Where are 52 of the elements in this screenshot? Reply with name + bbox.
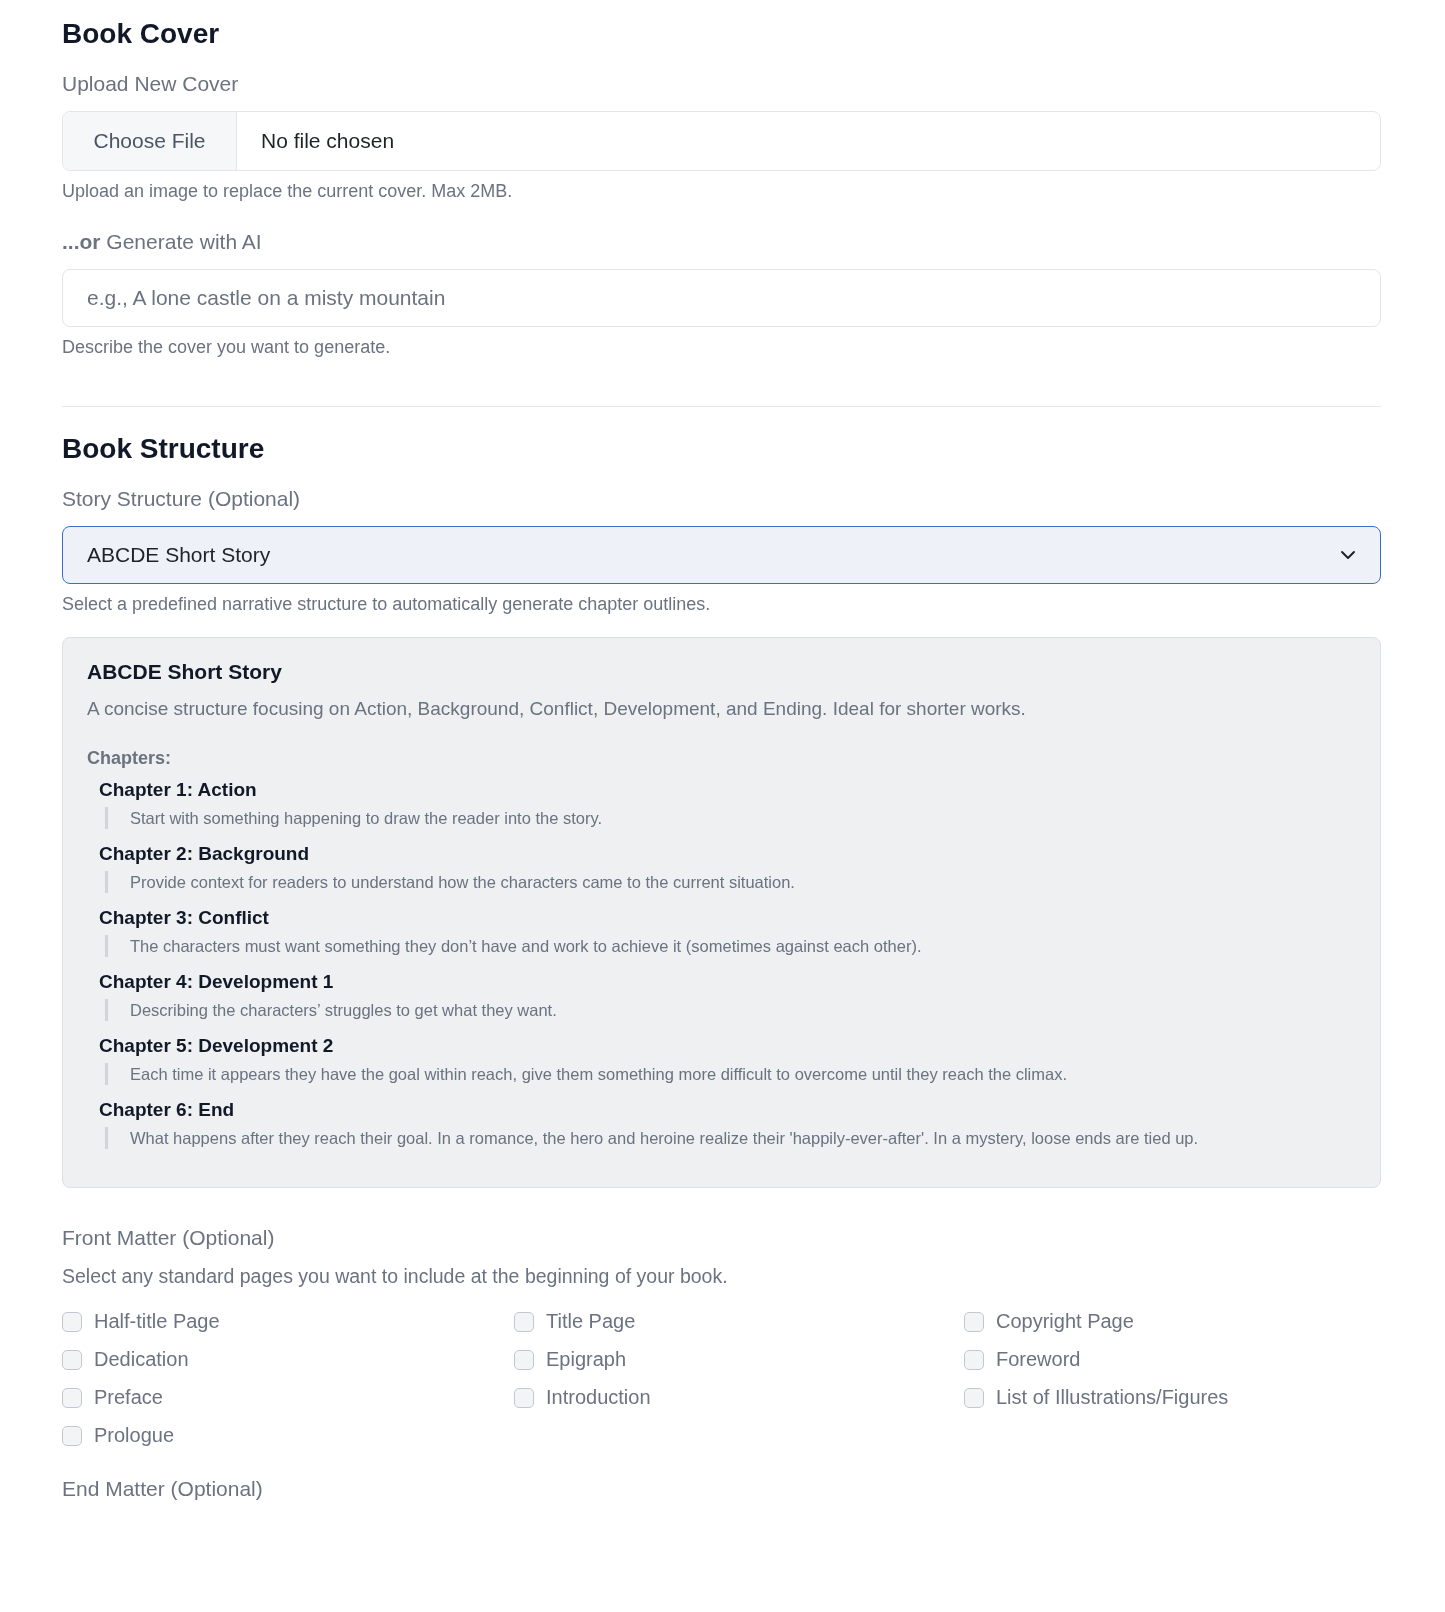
- checkbox[interactable]: [964, 1349, 984, 1370]
- checkbox[interactable]: [62, 1425, 82, 1446]
- checkbox[interactable]: [964, 1387, 984, 1408]
- field-label: Story Structure (Optional): [62, 487, 302, 511]
- chapter-title: Chapter 6: End: [99, 1099, 236, 1121]
- checkbox[interactable]: [62, 1349, 82, 1370]
- checkbox[interactable]: [514, 1349, 534, 1370]
- field-label: Upload New Cover: [62, 72, 240, 96]
- checkbox[interactable]: [62, 1311, 82, 1332]
- checkbox-label: Introduction: [546, 1386, 651, 1409]
- section-heading: Book Cover: [62, 18, 221, 50]
- field-hint: Describe the cover you want to generate.: [62, 337, 392, 358]
- field-hint: Select a predefined narrative structure to automatically generate chapter outlines.: [62, 594, 712, 615]
- preview-description: A concise structure focusing on Action, Background, Conflict, Development, and Ending. Ideal for shorter works.: [87, 698, 1027, 720]
- checkbox[interactable]: [514, 1387, 534, 1408]
- chapter-description: Describing the characters’ struggles to get what they want.: [105, 999, 1356, 1021]
- checkbox-label: Preface: [94, 1386, 163, 1409]
- checkbox-label: Epigraph: [546, 1348, 627, 1371]
- chapters-label: Chapters:: [87, 748, 172, 769]
- checkbox-label: Title Page: [546, 1310, 636, 1333]
- chapter-description: Provide context for readers to understand how the characters came to the current situation.: [105, 871, 1356, 893]
- file-status: No file chosen: [260, 129, 395, 153]
- section-heading: Book Structure: [62, 433, 266, 465]
- field-hint: Select any standard pages you want to include at the beginning of your book.: [62, 1265, 729, 1288]
- checkbox-label: Foreword: [996, 1348, 1081, 1371]
- field-label: End Matter (Optional): [62, 1477, 264, 1501]
- checkbox-label: List of Illustrations/Figures: [996, 1386, 1229, 1409]
- file-input[interactable]: Choose File No file chosen: [62, 111, 1381, 171]
- preview-title: ABCDE Short Story: [87, 660, 283, 684]
- checkbox-label: Half-title Page: [94, 1310, 220, 1333]
- chapter-description: What happens after they reach their goal. In a romance, the hero and heroine realize their 'happily-ever-after'. In a mystery, loose ends are tied up.: [105, 1127, 1356, 1149]
- chapter-title: Chapter 5: Development 2: [99, 1035, 335, 1057]
- field-label: Front Matter (Optional): [62, 1226, 276, 1250]
- checkbox[interactable]: [964, 1311, 984, 1332]
- chapter-title: Chapter 3: Conflict: [99, 907, 270, 929]
- checkbox-label: Copyright Page: [996, 1310, 1134, 1333]
- chapter-description: Start with something happening to draw the reader into the story.: [105, 807, 1356, 829]
- structure-select[interactable]: ABCDE Short Story: [62, 526, 1381, 584]
- checkbox[interactable]: [62, 1387, 82, 1408]
- field-label: ...or Generate with AI: [62, 230, 263, 254]
- chapter-description: The characters must want something they don’t have and work to achieve it (sometimes against each other).: [105, 935, 1356, 957]
- chapter-title: Chapter 2: Background: [99, 843, 311, 865]
- chapter-description: Each time it appears they have the goal within reach, give them something more difficult to overcome until they reach the climax.: [105, 1063, 1356, 1085]
- checkbox-label: Prologue: [94, 1424, 175, 1447]
- choose-file-button[interactable]: Choose File: [63, 112, 237, 170]
- field-hint: Upload an image to replace the current cover. Max 2MB.: [62, 181, 514, 202]
- checkbox-label: Dedication: [94, 1348, 189, 1371]
- checkbox[interactable]: [514, 1311, 534, 1332]
- chevron-down-icon: [1340, 550, 1356, 560]
- chapter-title: Chapter 1: Action: [99, 779, 258, 801]
- prompt-input[interactable]: e.g., A lone castle on a misty mountain: [62, 269, 1381, 327]
- chapter-title: Chapter 4: Development 1: [99, 971, 335, 993]
